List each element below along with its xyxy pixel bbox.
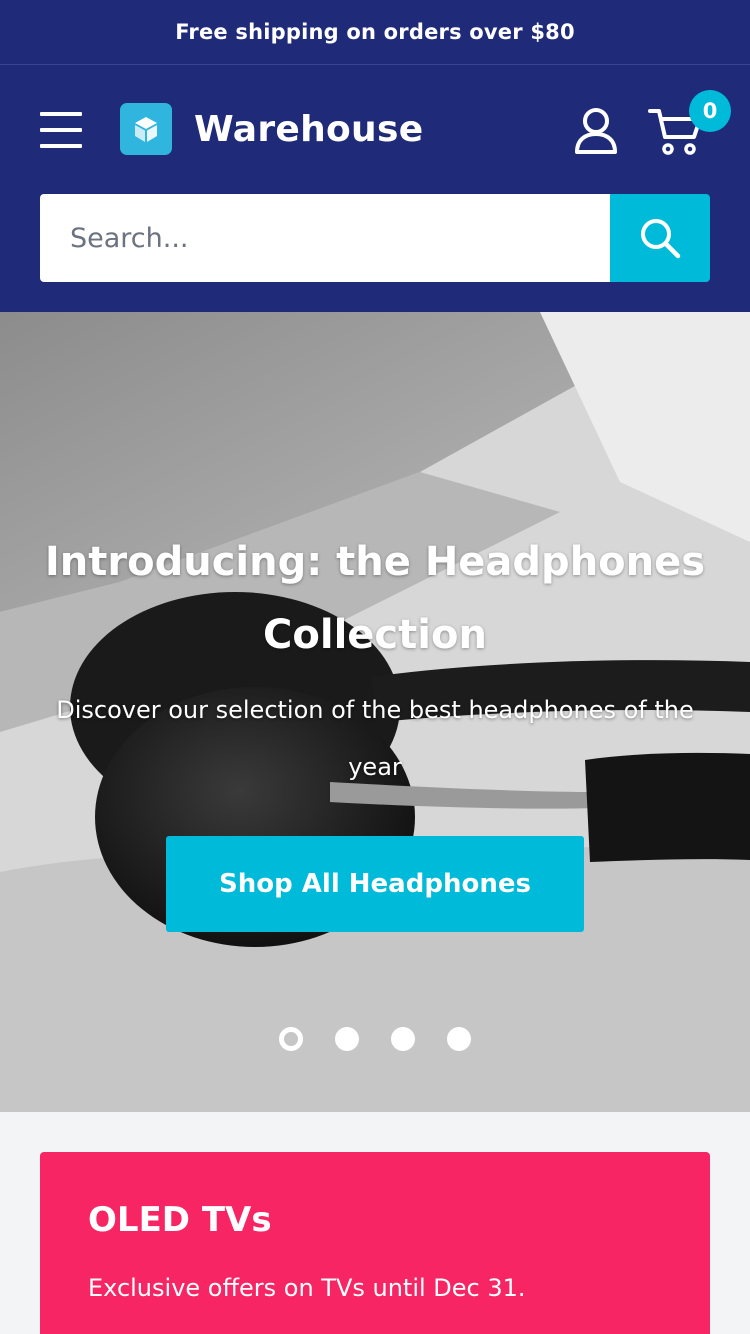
promo-card-oled-tvs[interactable]: OLED TVs Exclusive offers on TVs until D…: [40, 1152, 710, 1334]
brand-name[interactable]: Warehouse: [194, 107, 423, 153]
box-logo-icon[interactable]: [120, 103, 172, 155]
slide-dot-1[interactable]: [279, 1027, 303, 1051]
promo-title: OLED TVs: [88, 1200, 272, 1240]
promo-text: Exclusive offers on TVs until Dec 31.: [88, 1274, 526, 1302]
announcement-bar: Free shipping on orders over $80: [0, 0, 750, 65]
slideshow-pagination: [0, 1027, 750, 1053]
slide-dot-2[interactable]: [335, 1027, 359, 1051]
site-header: Warehouse 0: [0, 65, 750, 312]
slide-dot-3[interactable]: [391, 1027, 415, 1051]
shop-all-headphones-button[interactable]: Shop All Headphones: [166, 836, 584, 932]
cart-count-badge[interactable]: 0: [689, 90, 731, 132]
search-button[interactable]: [610, 194, 710, 282]
user-icon[interactable]: [574, 107, 618, 155]
hero-title: Introducing: the Headphones Collection: [44, 539, 706, 658]
search-icon: [641, 219, 681, 259]
hero-subtitle: Discover our selection of the best headp…: [56, 696, 694, 781]
hamburger-menu-icon[interactable]: [40, 112, 82, 148]
slide-dot-4[interactable]: [447, 1027, 471, 1051]
hero-slideshow[interactable]: Introducing: the Headphones Collection D…: [0, 312, 750, 1112]
search-input[interactable]: [40, 194, 610, 282]
announcement-text: Free shipping on orders over $80: [175, 20, 575, 44]
